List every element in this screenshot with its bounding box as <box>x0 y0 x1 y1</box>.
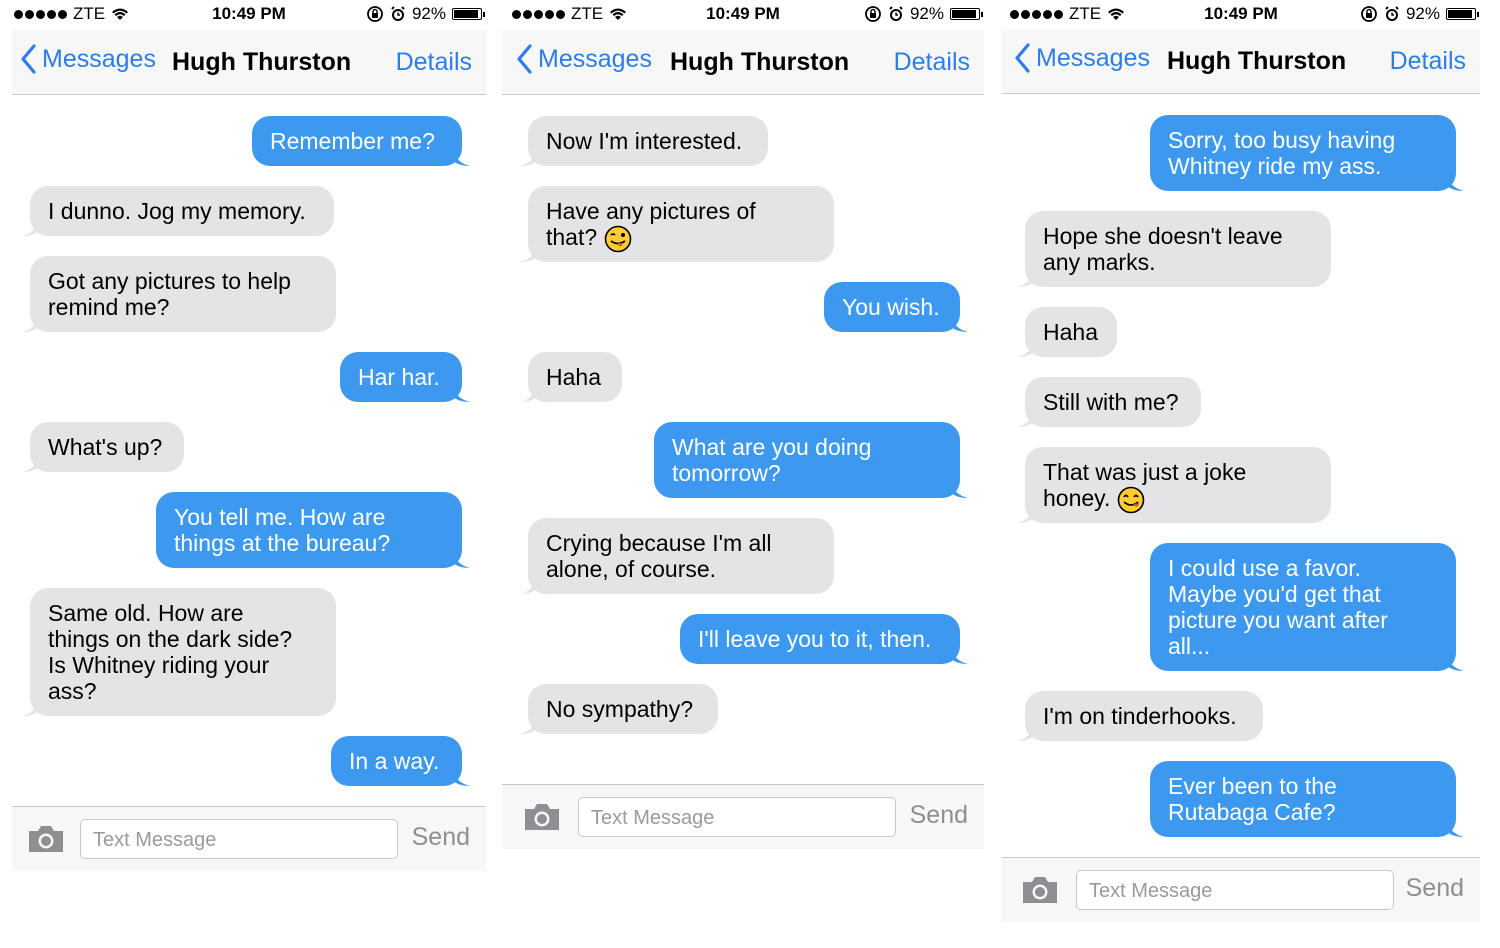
outgoing-message: What are you doing tomorrow? <box>654 422 968 498</box>
incoming-message: No sympathy? <box>520 684 718 734</box>
outgoing-message: Sorry, too busy having Whitney ride my a… <box>1150 115 1464 191</box>
outgoing-message: In a way. <box>331 736 470 786</box>
incoming-message: Still with me? <box>1017 377 1201 427</box>
yum-tongue-emoji <box>1117 486 1145 514</box>
details-button[interactable]: Details <box>894 48 970 77</box>
back-button[interactable]: Messages <box>1014 43 1150 73</box>
send-button[interactable]: Send <box>1406 874 1464 903</box>
contact-name: Hugh Thurston <box>1167 47 1347 75</box>
outgoing-message: I'll leave you to it, then. <box>680 614 968 664</box>
incoming-message: Haha <box>520 352 622 402</box>
battery-icon <box>452 8 485 20</box>
alarm-icon <box>889 6 903 21</box>
incoming-message: I dunno. Jog my memory. <box>22 186 334 236</box>
message-input-bar: Text Message Send <box>12 806 486 871</box>
outgoing-message: Ever been to the Rutabaga Cafe? <box>1150 761 1464 837</box>
nav-bar: Messages Hugh Thurston Details <box>12 30 486 95</box>
phone-screen-1: ZTE 10:49 PM 92% Messages Hugh Thurston … <box>12 0 486 871</box>
contact-name: Hugh Thurston <box>172 48 352 76</box>
contact-name: Hugh Thurston <box>670 48 850 76</box>
details-button[interactable]: Details <box>1390 47 1466 76</box>
orientation-lock-icon <box>865 6 881 22</box>
phone-screen-2: ZTE 10:49 PM 92% Messages Hugh Thurston … <box>502 0 984 850</box>
message-input-bar: Text Message Send <box>502 784 984 849</box>
outgoing-message: You tell me. How are things at the burea… <box>156 492 470 568</box>
battery-percent: 92% <box>1405 4 1440 23</box>
battery-icon <box>950 8 983 20</box>
send-button[interactable]: Send <box>910 801 968 830</box>
phone-screen-3: ZTE 10:49 PM 92% Messages Hugh Thurston … <box>1002 0 1480 922</box>
chevron-left-icon <box>1015 43 1030 73</box>
incoming-message: Haha <box>1017 307 1117 357</box>
back-label: Messages <box>42 44 156 73</box>
orientation-lock-icon <box>367 6 383 22</box>
incoming-message: Now I'm interested. <box>520 116 768 166</box>
status-bar: ZTE 10:49 PM 92% <box>12 0 486 28</box>
status-bar: ZTE 10:49 PM 92% <box>502 0 984 28</box>
orientation-lock-icon <box>1361 6 1377 22</box>
outgoing-message: I could use a favor. Maybe you'd get tha… <box>1150 543 1464 671</box>
alarm-icon <box>1385 6 1399 21</box>
status-bar: ZTE 10:49 PM 92% <box>1002 0 1480 28</box>
incoming-message: Have any pictures of that? <box>520 186 834 262</box>
back-label: Messages <box>538 44 652 73</box>
winking-tongue-emoji <box>604 225 631 253</box>
message-input[interactable]: Text Message <box>1076 870 1394 910</box>
camera-icon[interactable] <box>1020 874 1060 906</box>
outgoing-message: Remember me? <box>252 116 470 166</box>
message-input-bar: Text Message Send <box>1002 857 1480 922</box>
message-input[interactable]: Text Message <box>578 797 896 837</box>
incoming-message: What's up? <box>22 422 184 472</box>
battery-percent: 92% <box>411 4 446 23</box>
details-button[interactable]: Details <box>396 48 472 77</box>
chevron-left-icon <box>21 44 36 74</box>
incoming-message: Crying because I'm all alone, of course. <box>520 518 834 594</box>
incoming-message: Same old. How are things on the dark sid… <box>22 588 336 716</box>
message-input[interactable]: Text Message <box>80 819 398 859</box>
back-label: Messages <box>1036 43 1150 72</box>
outgoing-message: You wish. <box>824 282 968 332</box>
back-button[interactable]: Messages <box>20 44 156 74</box>
nav-bar: Messages Hugh Thurston Details <box>502 30 984 95</box>
camera-icon[interactable] <box>26 823 66 855</box>
camera-icon[interactable] <box>522 801 562 833</box>
send-button[interactable]: Send <box>412 823 470 852</box>
nav-bar: Messages Hugh Thurston Details <box>1002 29 1480 94</box>
incoming-message: Hope she doesn't leave any marks. <box>1017 211 1331 287</box>
outgoing-message: Har har. <box>340 352 470 402</box>
alarm-icon <box>391 6 405 21</box>
incoming-message: That was just a joke honey. <box>1017 447 1331 523</box>
incoming-message: I'm on tinderhooks. <box>1017 691 1263 741</box>
chevron-left-icon <box>517 44 532 74</box>
battery-percent: 92% <box>909 4 944 23</box>
battery-icon <box>1446 8 1479 20</box>
incoming-message: Got any pictures to help remind me? <box>22 256 336 332</box>
back-button[interactable]: Messages <box>516 44 652 74</box>
